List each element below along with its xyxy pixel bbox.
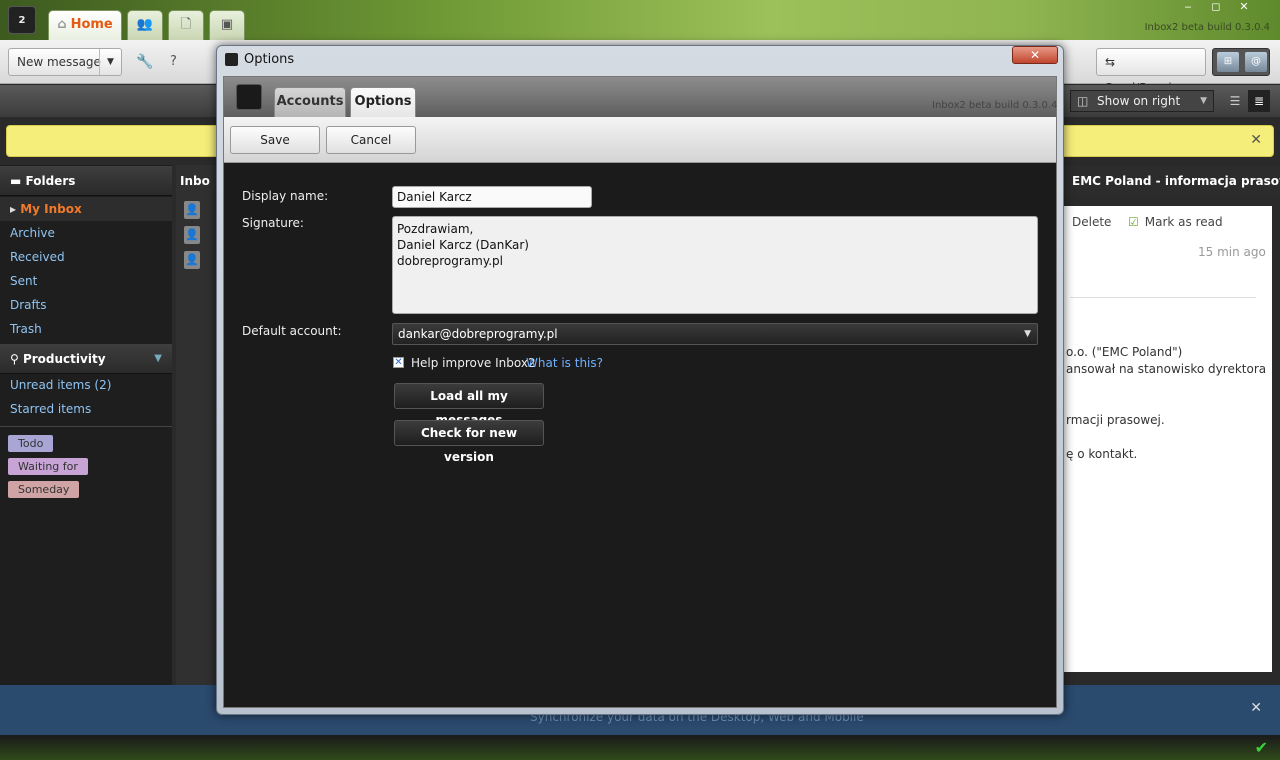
wrench-icon[interactable]: 🔧	[136, 54, 153, 70]
tab-accounts[interactable]: Accounts	[274, 87, 346, 117]
sidebar-item-label: My Inbox	[20, 202, 82, 216]
help-improve-checkbox[interactable]: ✕	[393, 357, 404, 368]
tab-photos[interactable]: ▣	[209, 10, 245, 40]
chevron-down-icon: ▼	[1200, 96, 1207, 106]
reading-pane	[1064, 206, 1272, 672]
minimize-button[interactable]: ‒	[1174, 0, 1202, 13]
mark-as-read-button[interactable]: ☑ Mark as read	[1128, 215, 1223, 229]
sync-icon: ⇆	[1105, 55, 1116, 69]
productivity-header[interactable]: ⚲ Productivity ▼	[0, 344, 172, 374]
window-controls: ‒ ◻ ✕	[1174, 0, 1264, 16]
folders-header[interactable]: ▬ Folders	[0, 166, 172, 196]
tab-options[interactable]: Options	[350, 87, 416, 117]
tab-home-label: Home	[70, 17, 113, 32]
at-icon[interactable]: @	[1245, 52, 1267, 72]
display-name-label: Display name:	[242, 189, 329, 203]
message-time: 15 min ago	[1198, 245, 1266, 259]
tag-someday[interactable]: Someday	[8, 481, 80, 498]
default-account-select[interactable]: dankar@dobreprogramy.pl ▼	[392, 323, 1038, 345]
check-new-version-button[interactable]: Check for new version	[394, 420, 544, 464]
help-button[interactable]: ?	[170, 54, 177, 69]
build-info: Inbox2 beta build 0.3.0.4	[1144, 22, 1270, 33]
default-account-value: dankar@dobreprogramy.pl	[398, 327, 558, 341]
sidebar-item-drafts[interactable]: Drafts	[0, 293, 172, 317]
delete-button[interactable]: Delete	[1072, 215, 1111, 229]
cancel-button[interactable]: Cancel	[326, 126, 416, 154]
divider	[0, 426, 172, 427]
account-buttons: ⊞ @	[1212, 48, 1270, 76]
chevron-down-icon[interactable]: ▼	[99, 49, 121, 75]
message-list-header: Inbo	[180, 174, 210, 188]
what-is-this-link[interactable]: What is this?	[526, 356, 603, 370]
signature-field[interactable]: Pozdrawiam, Daniel Karcz (DanKar) dobrep…	[392, 216, 1038, 314]
show-on-right-label: Show on right	[1097, 94, 1181, 108]
folder-icon: ▬	[10, 174, 26, 188]
detail-view-icon[interactable]: ≣	[1248, 90, 1270, 112]
message-body-line: rmacji prasowej.	[1066, 413, 1165, 427]
dialog-tab-bar	[224, 77, 1056, 117]
mark-as-read-label: Mark as read	[1144, 215, 1223, 229]
app-logo-icon: 2	[8, 6, 36, 34]
productivity-title: Productivity	[22, 352, 106, 366]
document-icon: 🗋	[180, 17, 192, 32]
dialog-content	[223, 76, 1057, 708]
tab-home[interactable]: ⌂ Home	[48, 10, 122, 40]
app-icon	[225, 53, 238, 66]
search-icon: ⚲	[10, 352, 23, 366]
image-icon: ▣	[220, 17, 234, 32]
tab-documents[interactable]: 🗋	[168, 10, 204, 40]
avatar-icon[interactable]: 👤	[184, 226, 200, 244]
dialog-title: Options	[244, 52, 295, 67]
sidebar-item-unread[interactable]: Unread items (2)	[0, 373, 172, 397]
avatar-icon[interactable]: 👤	[184, 201, 200, 219]
close-window-button[interactable]: ✕	[1230, 0, 1258, 13]
send-receive-button[interactable]: ⇆ Send/Receive	[1096, 48, 1206, 95]
list-view-icon[interactable]: ☰	[1224, 90, 1246, 112]
save-button[interactable]: Save	[230, 126, 320, 154]
display-name-field[interactable]: Daniel Karcz	[392, 186, 592, 208]
tab-contacts[interactable]: 👥	[127, 10, 163, 40]
home-icon: ⌂	[57, 17, 67, 32]
sidebar-item-archive[interactable]: Archive	[0, 221, 172, 245]
new-message-label: New message	[17, 55, 101, 69]
new-message-button[interactable]: New message ▼	[8, 48, 122, 76]
app-logo-icon	[236, 84, 262, 110]
dialog-close-button[interactable]: ✕	[1012, 46, 1058, 64]
sidebar-item-trash[interactable]: Trash	[0, 317, 172, 341]
default-account-label: Default account:	[242, 324, 342, 338]
checkmark-icon: ✔	[1254, 738, 1268, 757]
signature-label: Signature:	[242, 216, 304, 230]
status-bar	[0, 735, 1280, 760]
tag-todo[interactable]: Todo	[8, 435, 54, 452]
sidebar-item-sent[interactable]: Sent	[0, 269, 172, 293]
divider	[1070, 297, 1256, 298]
load-all-messages-button[interactable]: Load all my messages	[394, 383, 544, 427]
help-improve-label: Help improve Inbox2	[411, 356, 536, 370]
windows-icon[interactable]: ⊞	[1217, 52, 1239, 72]
tag-waiting-for[interactable]: Waiting for	[8, 458, 88, 475]
chevron-down-icon: ▼	[1024, 329, 1031, 339]
people-icon: 👥	[136, 17, 154, 32]
chevron-down-icon: ▼	[154, 353, 162, 364]
folders-title: Folders	[25, 174, 76, 188]
dialog-build-info: Inbox2 beta build 0.3.0.4	[932, 100, 1058, 111]
sidebar-item-starred[interactable]: Starred items	[0, 397, 172, 421]
avatar-icon[interactable]: 👤	[184, 251, 200, 269]
message-body-line: ę o kontakt.	[1066, 447, 1138, 461]
sidebar-item-received[interactable]: Received	[0, 245, 172, 269]
triangle-right-icon: ▸	[10, 202, 21, 216]
close-icon[interactable]: ✕	[1250, 132, 1262, 148]
layout-icon: ◫	[1077, 94, 1089, 108]
checkbox-icon: ☑	[1128, 215, 1139, 229]
show-on-right-dropdown[interactable]: ◫ Show on right ▼	[1070, 90, 1214, 112]
sidebar-item-my-inbox[interactable]: ▸ My Inbox	[0, 197, 172, 221]
message-body-line: ansował na stanowisko dyrektora	[1066, 362, 1267, 376]
close-icon[interactable]: ✕	[1250, 700, 1262, 716]
maximize-button[interactable]: ◻	[1202, 0, 1230, 13]
message-body-line: o.o. ("EMC Poland")	[1066, 345, 1183, 359]
reading-pane-header: EMC Poland - informacja prasowa	[1064, 166, 1280, 196]
